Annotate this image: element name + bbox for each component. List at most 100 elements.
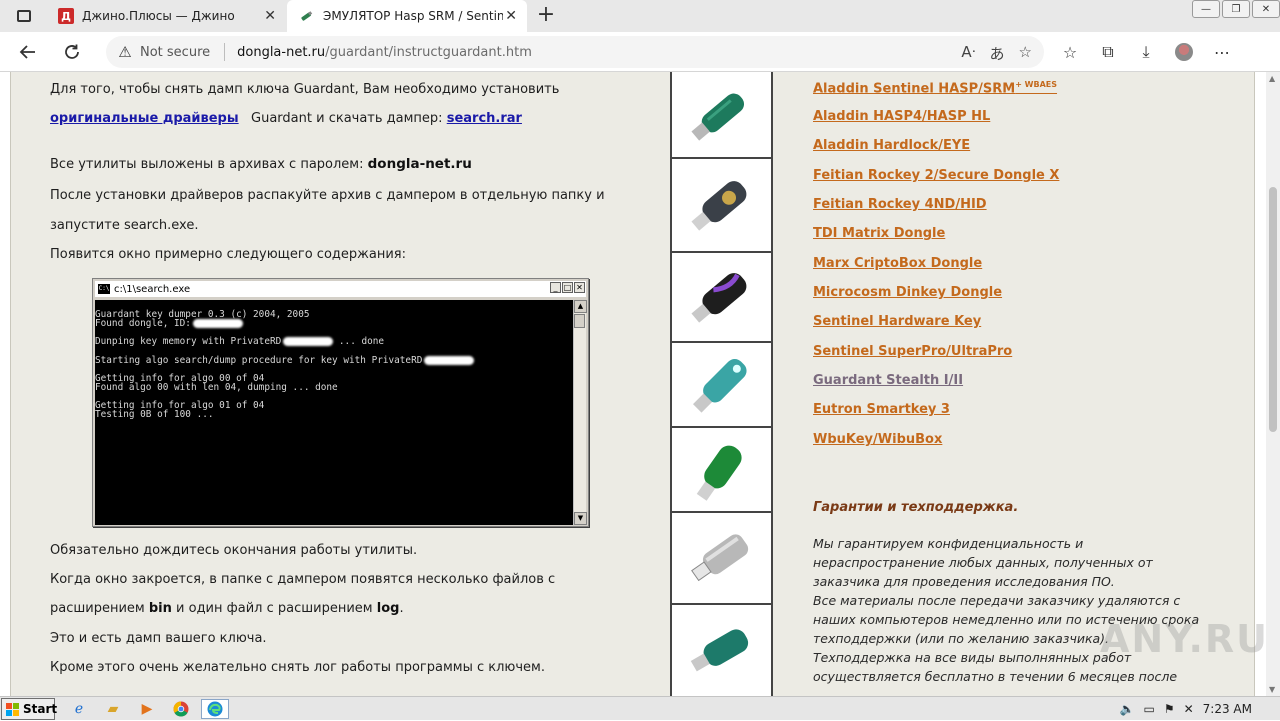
install-line-2: запустите search.exe. (50, 218, 650, 234)
anyrun-watermark: ANY.RUN (1100, 617, 1266, 661)
install-text-1: После установки драйверов распакуйте арх… (50, 188, 605, 203)
menu-link-dinkey[interactable]: Microcosm Dinkey Dongle (813, 285, 1002, 300)
password-line: Все утилиты выложены в архивах с паролем… (50, 156, 650, 173)
drivers-link[interactable]: оригинальные драйверы (50, 111, 239, 126)
tab-title: ЭМУЛЯТОР Hasp SRM / Sentinel (323, 9, 503, 23)
downloads-icon[interactable]: ⤓ (1134, 40, 1158, 64)
warning-triangle-icon[interactable]: ⚠ (116, 43, 134, 61)
guarantee-line: нераспространение любых данных, полученн… (813, 555, 1153, 570)
usb-dongle-icon (690, 273, 746, 323)
url-action-icons: Aᐧ あ ☆ (961, 43, 1032, 64)
console-minimize-icon: _ (550, 282, 561, 293)
files-mid-text: и один файл с расширением (176, 601, 373, 616)
console-line-text: Dunping key memory with PrivateRD (95, 336, 282, 348)
window-intro-line: Появится окно примерно следующего содерж… (50, 247, 650, 263)
dongle-favicon-icon (299, 8, 315, 24)
console-scroll-thumb (574, 314, 585, 328)
menu-link-sentinel-hw[interactable]: Sentinel Hardware Key (813, 314, 981, 329)
translate-icon[interactable]: あ (990, 43, 1005, 64)
menu-link-rockey4[interactable]: Feitian Rockey 4ND/HID (813, 197, 987, 212)
clock[interactable]: 7:23 AM (1203, 702, 1252, 716)
dongle-image-guardant[interactable] (672, 513, 771, 605)
usb-dongle-icon (690, 181, 746, 231)
media-player-icon[interactable]: ▶ (136, 699, 158, 719)
scroll-down-icon[interactable]: ▼ (1269, 685, 1275, 694)
windows-logo-icon (6, 702, 19, 716)
maximize-button[interactable]: ❐ (1222, 0, 1250, 18)
intro-text: Для того, чтобы снять дамп ключа Guardan… (50, 82, 560, 97)
menu-link-guardant[interactable]: Guardant Stealth I/II (813, 373, 963, 388)
favorites-icon[interactable]: ☆ (1058, 40, 1082, 64)
profile-avatar[interactable] (1172, 40, 1196, 64)
volume-icon[interactable]: 🔈 (1120, 702, 1135, 716)
address-toolbar: ⚠ Not secure dongla-net.ru /guardant/ins… (0, 32, 1280, 72)
guarantee-line: осуществляется бесплатно в течении 6 мес… (813, 669, 1178, 684)
new-tab-button[interactable]: + (534, 4, 558, 28)
add-favorite-icon[interactable]: ☆ (1019, 43, 1032, 64)
menu-link-rockey2[interactable]: Feitian Rockey 2/Secure Dongle X (813, 168, 1059, 183)
search-rar-link[interactable]: search.rar (447, 111, 522, 126)
scroll-thumb[interactable] (1269, 187, 1277, 432)
menu-link-hasp4[interactable]: Aladdin HASP4/HASP HL (813, 109, 990, 124)
flag-icon[interactable]: ⚑ (1164, 702, 1175, 716)
dongle-image-hasp[interactable] (672, 72, 771, 159)
console-window-buttons: _ □ ✕ (550, 282, 585, 293)
action-center-icon[interactable]: ✕ (1184, 702, 1194, 716)
window-controls: — ❐ ✕ (1190, 0, 1280, 18)
console-app-icon: C:\ (98, 284, 110, 294)
menu-link-superpro[interactable]: Sentinel SuperPro/UltraPro (813, 344, 1012, 359)
start-label: Start (23, 702, 58, 716)
close-tab-icon[interactable]: ✕ (505, 9, 517, 23)
usb-dongle-icon (690, 93, 744, 141)
menu-link-tdi-matrix[interactable]: TDI Matrix Dongle (813, 226, 945, 241)
start-button[interactable]: Start (1, 698, 58, 720)
menu-link-hardlock[interactable]: Aladdin Hardlock/EYE (813, 138, 970, 153)
guarantee-line: Мы гарантируем конфиденциальность и (813, 536, 1084, 551)
dongle-image-eutron[interactable] (672, 605, 771, 696)
settings-menu-icon[interactable]: ⋯ (1210, 40, 1234, 64)
read-aloud-icon[interactable]: Aᐧ (961, 43, 975, 64)
refresh-button[interactable] (60, 40, 84, 64)
log-extension: log (376, 601, 400, 616)
console-titlebar: C:\ c:\1\search.exe _ □ ✕ (95, 281, 586, 297)
menu-link-marx[interactable]: Marx CriptoBox Dongle (813, 256, 982, 271)
guarantee-line: заказчика для проведения исследования ПО… (813, 574, 1115, 589)
collections-icon[interactable]: ⧉ (1096, 40, 1120, 64)
dongle-image-feitian[interactable] (672, 159, 771, 253)
tab-emulator[interactable]: ЭМУЛЯТОР Hasp SRM / Sentinel ✕ (287, 0, 527, 32)
password-text: Все утилиты выложены в архивах с паролем… (50, 157, 364, 172)
tab-jino[interactable]: Д Джино.Плюсы — Джино ✕ (46, 0, 286, 32)
chrome-icon[interactable] (170, 699, 192, 719)
console-line: Starting algo search/dump procedure for … (95, 355, 574, 365)
scroll-up-icon[interactable]: ▲ (1269, 74, 1275, 83)
files-text-1: Когда окно закроется, в папке с дампером… (50, 572, 556, 587)
chrome-logo-icon (173, 701, 189, 717)
dongle-image-column (670, 72, 773, 696)
menu-link-eutron[interactable]: Eutron Smartkey 3 (813, 402, 950, 417)
usb-dongle-icon (696, 445, 742, 501)
url-field[interactable]: ⚠ Not secure dongla-net.ru /guardant/ins… (106, 36, 1044, 68)
install-line-1: После установки драйверов распакуйте арх… (50, 188, 650, 204)
tab-actions-button[interactable] (10, 6, 38, 26)
ie-icon[interactable]: ℯ (68, 699, 90, 719)
edge-icon[interactable] (201, 699, 229, 719)
close-tab-icon[interactable]: ✕ (264, 9, 276, 23)
folder-icon[interactable]: ▰ (102, 699, 124, 719)
back-button[interactable] (16, 40, 40, 64)
dongle-image-sentinel[interactable] (672, 343, 771, 428)
security-label[interactable]: Not secure (140, 45, 210, 60)
menu-link-wibukey[interactable]: WbuKey/WibuBox (813, 432, 942, 447)
menu-link-hasp-srm[interactable]: Aladdin Sentinel HASP/SRM+ WBAES (813, 80, 1057, 96)
page-scrollbar[interactable]: ▲ ▼ (1266, 72, 1280, 696)
tab-title: Джино.Плюсы — Джино (82, 9, 235, 23)
console-scroll-up-icon: ▲ (574, 300, 587, 313)
usb-dongle-icon (692, 358, 747, 413)
minimize-button[interactable]: — (1192, 0, 1220, 18)
dongle-image-superpro[interactable] (672, 428, 771, 513)
console-maximize-icon: □ (562, 282, 573, 293)
console-line: Testing 0B of 100 ... (95, 409, 214, 421)
url-separator (224, 43, 226, 61)
dongle-image-matrix[interactable] (672, 253, 771, 343)
close-window-button[interactable]: ✕ (1252, 0, 1280, 18)
network-icon[interactable]: ▭ (1144, 702, 1155, 716)
